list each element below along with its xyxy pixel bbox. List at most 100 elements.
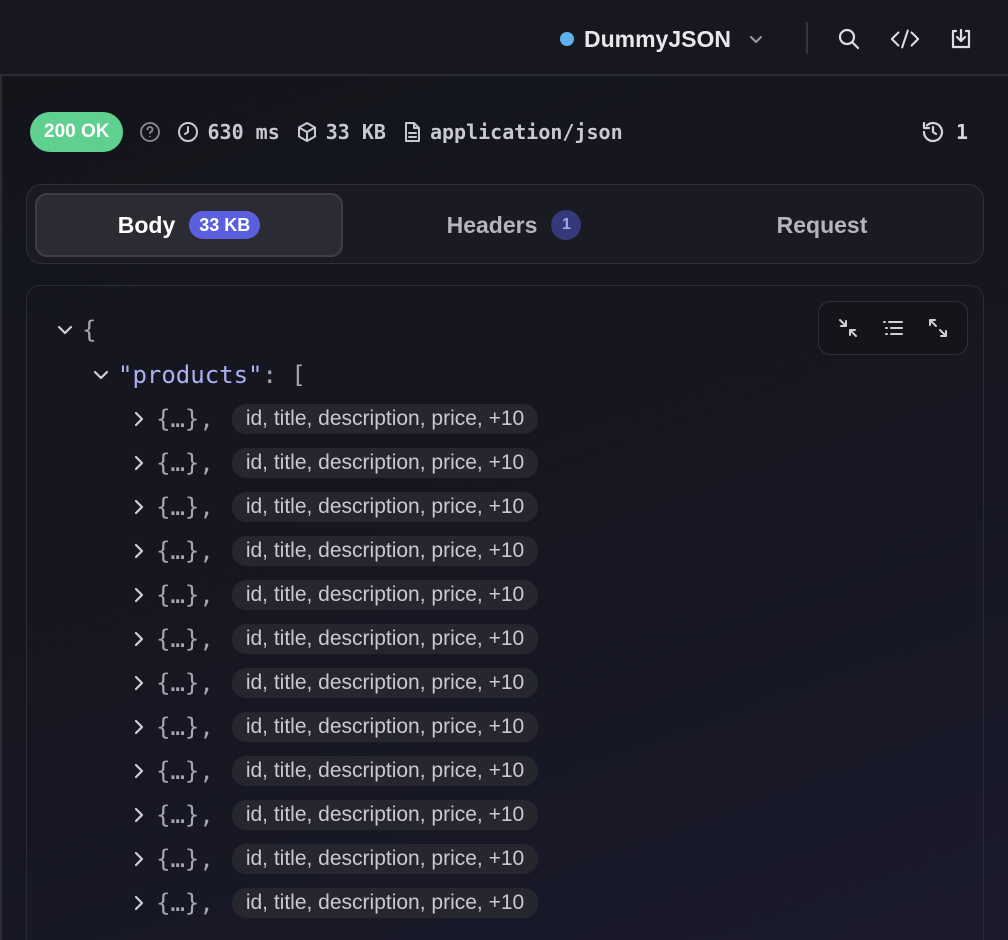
collapsed-object: {…} (156, 845, 200, 873)
list-item[interactable]: {…}, id, title, description, price, +10 (126, 705, 539, 749)
json-comma: , (199, 581, 214, 609)
object-summary: id, title, description, price, +10 (231, 536, 539, 566)
json-comma: , (199, 889, 214, 917)
collapsed-object: {…} (156, 713, 200, 741)
object-summary: id, title, description, price, +10 (231, 888, 539, 918)
list-item[interactable]: {…}, id, title, description, price, +10 (126, 881, 539, 925)
collapsed-object: {…} (156, 757, 200, 785)
chevron-right-icon[interactable] (126, 749, 152, 793)
status-badge: 200 OK (30, 112, 124, 152)
chevron-right-icon[interactable] (126, 617, 152, 661)
chevron-down-icon (747, 30, 765, 48)
tab-request[interactable]: Request (667, 193, 977, 257)
chevron-down-icon[interactable] (52, 308, 78, 352)
json-comma: , (199, 669, 214, 697)
list-view-icon[interactable] (877, 312, 909, 344)
response-time: 630 ms (177, 120, 280, 144)
object-summary: id, title, description, price, +10 (231, 756, 539, 786)
chevron-right-icon[interactable] (126, 441, 152, 485)
tab-headers-label: Headers (446, 211, 538, 238)
environment-status-dot (560, 32, 574, 46)
list-item[interactable]: {…}, id, title, description, price, +10 (126, 793, 539, 837)
list-item[interactable]: {…}, id, title, description, price, +10 (126, 529, 539, 573)
json-comma: , (199, 757, 214, 785)
history-count: 1 (955, 120, 968, 144)
headers-count-badge: 1 (551, 210, 582, 240)
json-comma: , (199, 493, 214, 521)
chevron-right-icon[interactable] (126, 573, 152, 617)
response-status-row: 200 OK 630 ms 33 KB application/json (30, 112, 623, 152)
tab-request-label: Request (776, 211, 868, 238)
collapsed-object: {…} (156, 405, 200, 433)
history-icon (922, 121, 943, 143)
search-icon[interactable] (834, 24, 864, 54)
json-comma: , (199, 713, 214, 741)
object-summary: id, title, description, price, +10 (231, 844, 539, 874)
json-comma: , (199, 625, 214, 653)
json-products-line: "products": [ (88, 353, 306, 397)
tab-body[interactable]: Body 33 KB (35, 193, 343, 257)
chevron-right-icon[interactable] (126, 881, 152, 925)
help-icon[interactable] (139, 121, 161, 143)
object-summary: id, title, description, price, +10 (231, 492, 539, 522)
collapsed-object: {…} (156, 889, 200, 917)
code-icon[interactable] (890, 24, 920, 54)
clock-icon (178, 122, 199, 142)
chevron-right-icon[interactable] (126, 485, 152, 529)
object-summary: id, title, description, price, +10 (231, 448, 539, 478)
json-comma: , (199, 801, 214, 829)
object-summary: id, title, description, price, +10 (231, 580, 539, 610)
response-size-value: 33 KB (325, 120, 386, 144)
object-summary: id, title, description, price, +10 (231, 800, 539, 830)
response-time-value: 630 ms (207, 120, 280, 144)
collapsed-object: {…} (156, 493, 200, 521)
chevron-right-icon[interactable] (126, 705, 152, 749)
expand-all-icon[interactable] (922, 312, 954, 344)
json-comma: , (199, 537, 214, 565)
chevron-right-icon[interactable] (126, 529, 152, 573)
json-comma: , (199, 845, 214, 873)
collapsed-object: {…} (156, 537, 200, 565)
body-size-badge: 33 KB (189, 211, 261, 239)
list-item[interactable]: {…}, id, title, description, price, +10 (126, 573, 539, 617)
object-summary: id, title, description, price, +10 (231, 668, 539, 698)
chevron-right-icon[interactable] (126, 397, 152, 441)
list-item[interactable]: {…}, id, title, description, price, +10 (126, 749, 539, 793)
list-item[interactable]: {…}, id, title, description, price, +10 (126, 485, 539, 529)
json-colon: : (262, 361, 277, 389)
box-icon (297, 122, 316, 142)
list-item[interactable]: {…}, id, title, description, price, +10 (126, 617, 539, 661)
tab-headers[interactable]: Headers 1 (359, 193, 669, 257)
environment-selector[interactable]: DummyJSON (560, 22, 765, 56)
tab-body-label: Body (117, 211, 176, 238)
json-root-brace: { (82, 316, 97, 344)
chevron-right-icon[interactable] (126, 793, 152, 837)
list-item[interactable]: {…}, id, title, description, price, +10 (126, 397, 539, 441)
list-item[interactable]: {…}, id, title, description, price, +10 (126, 837, 539, 881)
chevron-right-icon[interactable] (126, 661, 152, 705)
object-summary: id, title, description, price, +10 (231, 624, 539, 654)
collapsed-object: {…} (156, 449, 200, 477)
collapsed-object: {…} (156, 669, 200, 697)
content-type-value: application/json (429, 120, 623, 144)
history-button[interactable]: 1 (920, 116, 968, 148)
response-tabs: Body 33 KB Headers 1 Request (26, 184, 984, 264)
chevron-down-icon[interactable] (88, 353, 114, 397)
json-view-toolbar (818, 301, 968, 355)
json-key-products: "products" (118, 361, 263, 389)
collapsed-object: {…} (156, 801, 200, 829)
environment-name: DummyJSON (584, 25, 731, 52)
list-item[interactable]: {…}, id, title, description, price, +10 (126, 441, 539, 485)
collapsed-object: {…} (156, 581, 200, 609)
toolbar-divider (806, 22, 808, 54)
collapsed-object: {…} (156, 625, 200, 653)
download-icon[interactable] (946, 24, 976, 54)
response-size: 33 KB (296, 120, 386, 144)
top-bar: DummyJSON (0, 0, 1008, 76)
collapse-all-icon[interactable] (832, 312, 864, 344)
list-item[interactable]: {…}, id, title, description, price, +10 (126, 661, 539, 705)
json-root-line: { (52, 308, 96, 352)
json-array-bracket: [ (291, 361, 306, 389)
json-comma: , (199, 449, 214, 477)
chevron-right-icon[interactable] (126, 837, 152, 881)
